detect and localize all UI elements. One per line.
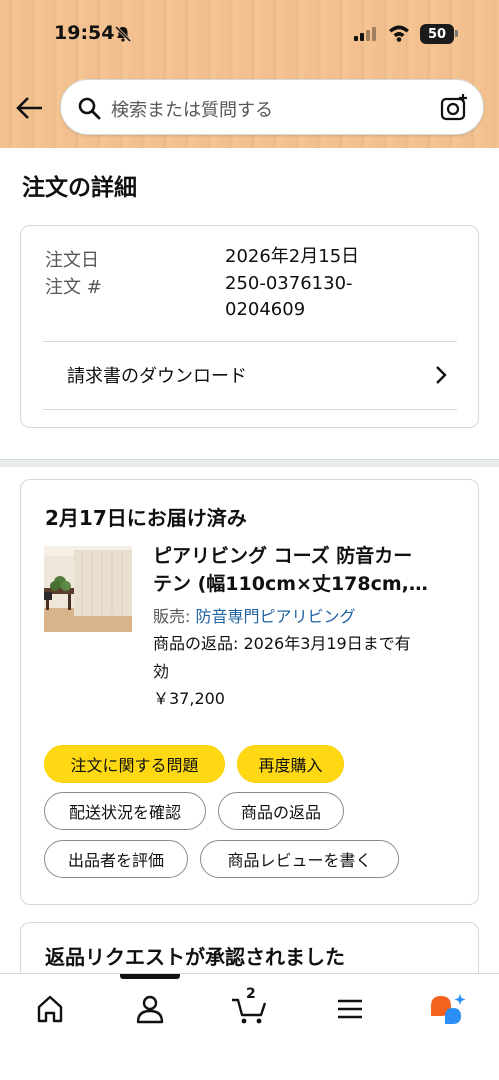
track-package-button[interactable]: 配送状況を確認 <box>44 792 206 830</box>
search-bar[interactable]: 検索または質問する <box>60 79 484 135</box>
cart-count: 2 <box>246 986 256 1002</box>
order-date-label: 注文日 <box>45 250 99 271</box>
order-number-value-line2: 0204609 <box>225 299 306 320</box>
product-title[interactable]: ピアリビング コーズ 防音カー テン (幅110cm×丈178cm,… <box>153 542 453 598</box>
seller-prefix: 販売: <box>153 607 196 626</box>
return-window: 商品の返品: 2026年3月19日まで有 効 <box>153 630 453 686</box>
cellular-signal-icon <box>354 27 376 41</box>
write-review-button[interactable]: 商品レビューを書く <box>200 840 399 878</box>
section-separator <box>0 459 499 467</box>
shipment-card: 2月17日にお届け済み ピアリビング コーズ 防音カー テン (幅110cm×丈… <box>20 479 479 905</box>
bell-muted-icon <box>114 25 132 43</box>
status-bar: 19:54 50 <box>0 18 499 50</box>
home-icon[interactable] <box>30 992 70 1026</box>
order-info-card: 注文日 2026年2月15日 注文 # 250-0376130- 0204609… <box>20 225 479 428</box>
product-title-line2: テン (幅110cm×丈178cm,… <box>153 573 428 595</box>
chevron-right-icon <box>436 366 447 384</box>
search-input[interactable]: 検索または質問する <box>111 96 273 122</box>
rufus-assistant-icon[interactable] <box>428 992 468 1026</box>
cart-button[interactable]: 2 <box>230 986 270 1026</box>
account-icon[interactable] <box>130 992 170 1026</box>
invoice-download-label: 請求書のダウンロード <box>67 366 247 387</box>
product-price: ￥37,200 <box>153 689 225 708</box>
bottom-nav: 2 <box>0 973 499 1080</box>
battery-icon: 50 <box>420 24 454 44</box>
camera-search-icon[interactable] <box>439 93 469 123</box>
active-tab-indicator <box>120 974 180 979</box>
delivery-status: 2月17日にお届け済み <box>45 506 247 530</box>
battery-tip <box>455 30 458 37</box>
order-date-value: 2026年2月15日 <box>225 246 360 267</box>
product-image[interactable] <box>44 546 132 632</box>
buy-again-button[interactable]: 再度購入 <box>237 745 344 783</box>
order-number-value-line1: 250-0376130- <box>225 273 353 294</box>
divider <box>43 409 457 410</box>
return-item-button[interactable]: 商品の返品 <box>218 792 344 830</box>
return-request-title: 返品リクエストが承認されました <box>45 945 345 969</box>
return-window-line2: 効 <box>153 662 170 681</box>
product-title-line1: ピアリビング コーズ 防音カー <box>153 545 413 567</box>
order-issue-button[interactable]: 注文に関する問題 <box>44 745 225 783</box>
status-time: 19:54 <box>54 22 115 44</box>
invoice-download-link[interactable]: 請求書のダウンロード <box>43 342 457 410</box>
search-icon <box>78 97 101 120</box>
page-title: 注文の詳細 <box>22 175 137 201</box>
battery-level: 50 <box>427 26 447 42</box>
order-number-label: 注文 # <box>45 277 102 298</box>
rate-seller-button[interactable]: 出品者を評価 <box>44 840 188 878</box>
menu-icon[interactable] <box>330 992 370 1026</box>
wifi-icon <box>389 25 409 42</box>
return-window-line1: 商品の返品: 2026年3月19日まで有 <box>153 634 411 653</box>
back-arrow-icon[interactable] <box>14 93 46 123</box>
seller-line: 販売: 防音専門ピアリビング <box>153 603 356 627</box>
app-header: 19:54 50 検索または質問する <box>0 0 499 148</box>
seller-link[interactable]: 防音専門ピアリビング <box>195 607 355 626</box>
